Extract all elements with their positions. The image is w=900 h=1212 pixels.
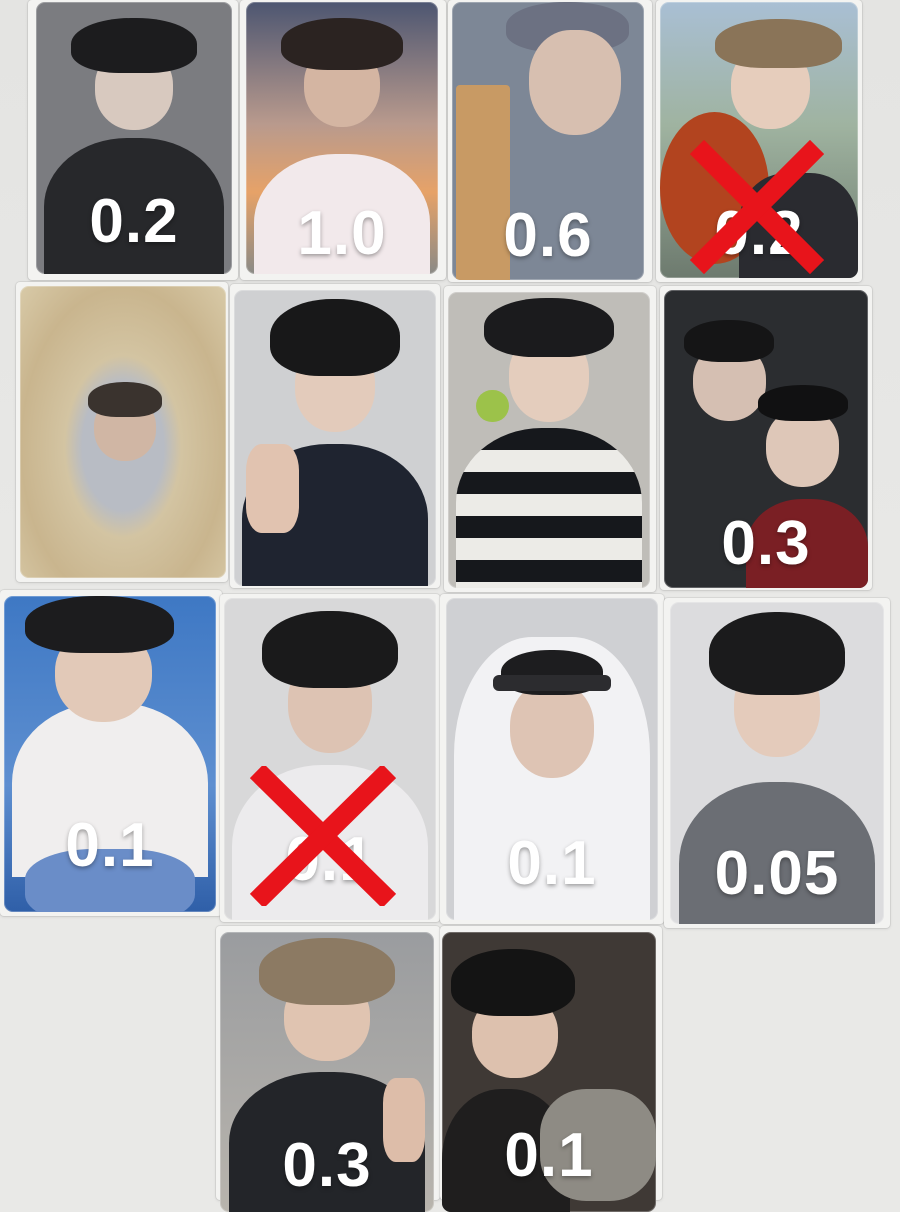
photocard-r1c3: 0.6 (452, 2, 644, 280)
photocard-r1c2: 1.0 (246, 2, 438, 274)
photo-subject (71, 18, 197, 73)
photocard-r1c4: 0.2 (660, 2, 858, 278)
photo-subject (708, 611, 846, 696)
photo-subject (450, 948, 575, 1016)
price-label: 0.1 (65, 811, 155, 880)
photo-subject (87, 382, 163, 418)
photo-subject (280, 18, 404, 70)
sold-x-mark (250, 766, 396, 906)
photocard-r1c1: 0.2 (36, 2, 232, 274)
photocard-r2c2 (234, 290, 436, 586)
photocard-r2c1 (20, 286, 226, 578)
photo-subject (528, 29, 621, 136)
photo-subject (25, 596, 174, 653)
photocard-r2c3 (448, 292, 650, 588)
photo-subject (509, 681, 595, 779)
green-grape (476, 389, 509, 423)
price-label: 0.05 (714, 839, 840, 908)
photo-subject (456, 428, 642, 588)
photo-subject (270, 298, 400, 376)
photocard-r4c1: 0.3 (220, 932, 434, 1212)
photo-subject (258, 937, 396, 1005)
photocard-r3c2: 0.1 (224, 598, 436, 920)
price-label: 0.3 (282, 1131, 372, 1200)
price-label: 0.1 (507, 829, 597, 898)
photo-subject (757, 385, 848, 422)
price-label: 0.1 (504, 1121, 594, 1190)
price-label: 0.3 (721, 509, 811, 578)
photocard-r3c1: 0.1 (4, 596, 216, 912)
price-label: 0.2 (89, 187, 179, 256)
hand-gesture (246, 443, 299, 533)
price-label: 0.6 (503, 201, 593, 270)
sold-x-mark (690, 140, 824, 274)
price-label: 1.0 (297, 199, 387, 268)
photocard-r3c4: 0.05 (670, 602, 884, 924)
sunglasses (492, 675, 612, 692)
photocard-r4c2: 0.1 (442, 932, 656, 1212)
photo-subject (262, 610, 398, 689)
photo-subject (484, 297, 614, 358)
photo-subject (684, 319, 775, 362)
photo-subject (715, 18, 843, 69)
photocard-r2c4: 0.3 (664, 290, 868, 588)
photocard-r3c3: 0.1 (446, 598, 658, 920)
